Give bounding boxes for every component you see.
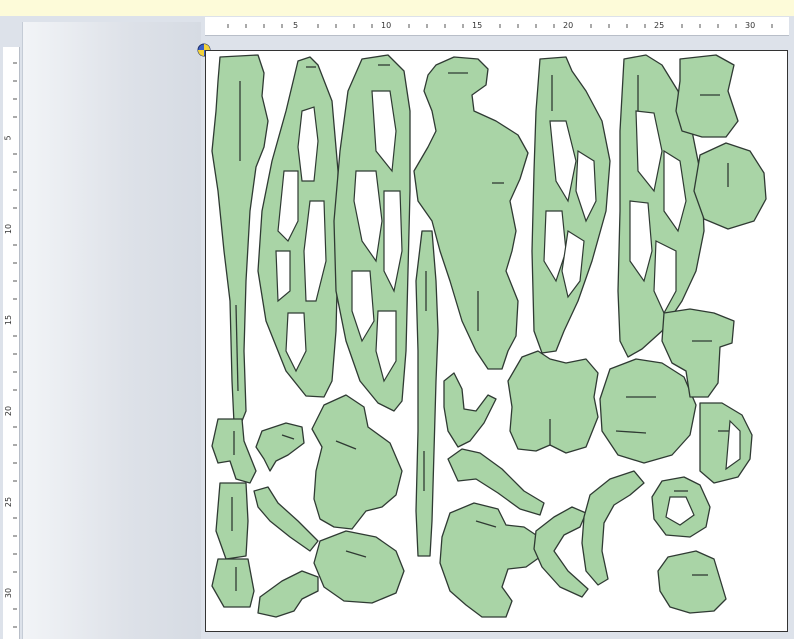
top-banner (0, 0, 794, 16)
hruler-label-30: 30 (745, 21, 756, 30)
part-leg-curl-1[interactable] (255, 422, 305, 472)
part-lower-body[interactable] (439, 502, 543, 618)
vruler-label-15: 15 (4, 314, 14, 326)
part-bottom-right-block[interactable] (657, 550, 727, 614)
vruler-label-10: 10 (4, 223, 14, 235)
vertical-ruler[interactable]: 5 10 15 20 25 30 (3, 47, 20, 639)
design-canvas[interactable] (205, 50, 788, 632)
part-round-disc-top[interactable] (693, 142, 767, 230)
vruler-label-5: 5 (3, 135, 13, 141)
part-leg-curve-a[interactable] (443, 372, 497, 448)
part-leg-curve-b[interactable] (447, 448, 545, 516)
part-leg-segment-b[interactable] (211, 558, 255, 608)
part-top-right-block[interactable] (675, 54, 739, 138)
part-tail-curve[interactable] (253, 486, 319, 552)
hruler-label-20: 20 (563, 21, 574, 30)
part-leg-curve-c[interactable] (533, 506, 589, 598)
part-leg-curve-d[interactable] (581, 470, 645, 586)
vruler-label-25: 25 (4, 496, 14, 508)
part-thorax[interactable] (507, 350, 599, 454)
part-ring-1[interactable] (699, 402, 753, 484)
hruler-label-5: 5 (293, 21, 299, 30)
part-disc-center[interactable] (599, 358, 697, 464)
part-wing-3[interactable] (531, 56, 611, 354)
horizontal-ruler[interactable]: 5 10 15 20 25 30 (205, 17, 789, 36)
hruler-label-15: 15 (472, 21, 483, 30)
vruler-label-20: 20 (4, 405, 14, 417)
part-bottom-hook[interactable] (257, 570, 319, 618)
vruler-label-30: 30 (4, 587, 14, 599)
side-panel (22, 22, 201, 639)
part-lower-disc[interactable] (313, 530, 405, 604)
part-abdomen[interactable] (311, 394, 403, 530)
hruler-label-25: 25 (654, 21, 665, 30)
parts-layout (211, 54, 767, 618)
part-antenna[interactable] (415, 230, 439, 557)
hruler-label-10: 10 (381, 21, 392, 30)
